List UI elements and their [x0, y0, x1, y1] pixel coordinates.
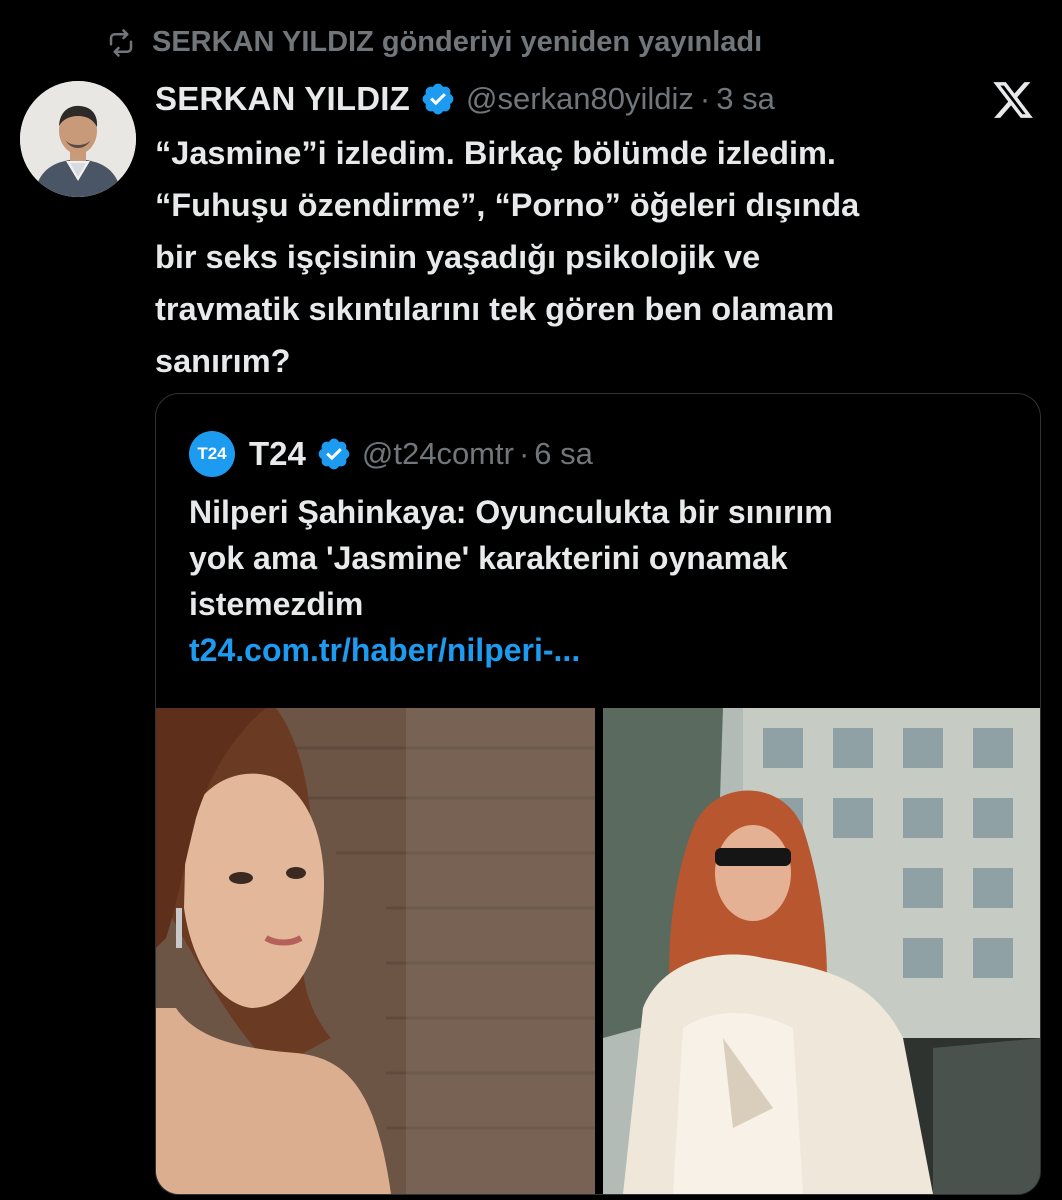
tweet-body: “Jasmine”i izledim. Birkaç bölümde izled…: [155, 127, 1035, 387]
verified-badge-icon[interactable]: [420, 81, 456, 117]
x-logo-icon: [993, 82, 1033, 118]
quoted-author-display-name[interactable]: T24: [249, 435, 306, 473]
street-photo: [603, 708, 1040, 1194]
media-image-left[interactable]: [156, 708, 595, 1194]
quoted-text-line: yok ama 'Jasmine' karakterini oynamak: [189, 540, 788, 576]
tweet-text-line: travmatik sıkıntılarını tek gören ben ol…: [155, 291, 835, 327]
portrait-photo: [156, 708, 595, 1194]
quoted-author-handle[interactable]: @t24comtr: [362, 436, 514, 472]
repost-icon: [109, 28, 133, 57]
author-handle[interactable]: @serkan80yildiz: [466, 81, 694, 117]
quoted-tweet-body: Nilperi Şahinkaya: Oyunculukta bir sınır…: [189, 489, 1009, 673]
repost-indicator[interactable]: SERKAN YILDIZ gönderiyi yeniden yayınlad…: [106, 26, 762, 59]
media-grid: [156, 708, 1040, 1194]
meta-separator: ·: [699, 81, 711, 116]
quoted-text-line: istemezdim: [189, 586, 364, 622]
quoted-tweet-card[interactable]: T24 T24 @t24comtr · 6 sa Nilperi Şahinka…: [155, 393, 1041, 1195]
quoted-author-avatar[interactable]: T24: [189, 431, 235, 477]
tweet-text-line: bir seks işçisinin yaşadığı psikolojik v…: [155, 239, 761, 275]
tweet-text-line: “Jasmine”i izledim. Birkaç bölümde izled…: [155, 135, 836, 171]
quoted-text-line: Nilperi Şahinkaya: Oyunculukta bir sınır…: [189, 494, 833, 530]
tweet-text-line: “Fuhuşu özendirme”, “Porno” öğeleri dışı…: [155, 187, 860, 223]
article-link[interactable]: t24.com.tr/haber/nilperi-...: [189, 632, 580, 668]
tweet-timestamp[interactable]: 3 sa: [716, 81, 775, 117]
meta-separator: ·: [518, 436, 530, 471]
media-image-right[interactable]: [603, 708, 1040, 1194]
avatar-image: [20, 81, 136, 197]
quoted-tweet-timestamp[interactable]: 6 sa: [534, 436, 593, 472]
tweet-header: SERKAN YILDIZ @serkan80yildiz · 3 sa: [155, 76, 775, 122]
author-display-name[interactable]: SERKAN YILDIZ: [155, 80, 410, 118]
quoted-tweet-header: T24 T24 @t24comtr · 6 sa: [189, 431, 593, 477]
author-avatar[interactable]: [20, 81, 136, 197]
repost-text: SERKAN YILDIZ gönderiyi yeniden yayınlad…: [152, 26, 763, 58]
verified-badge-icon[interactable]: [316, 436, 352, 472]
tweet-text-line: sanırım?: [155, 343, 291, 379]
